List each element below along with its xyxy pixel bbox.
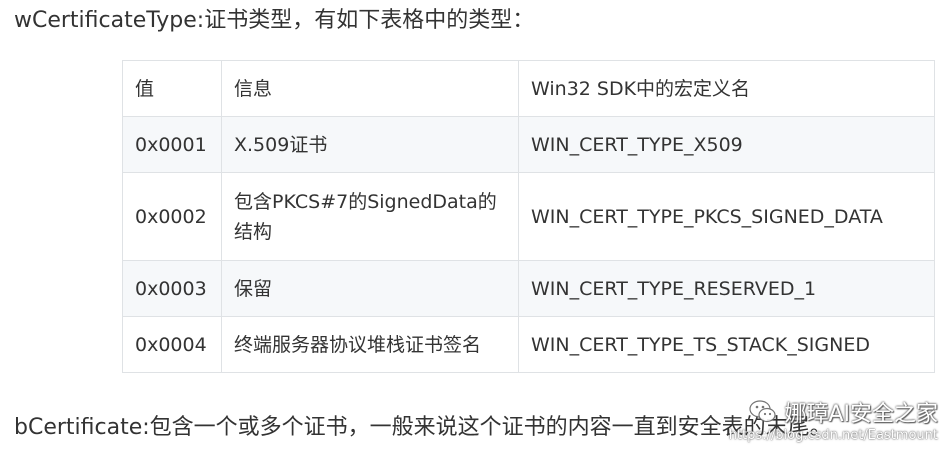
watermark-url: https://blog.csdn.net/Eastmount — [728, 428, 938, 443]
cell-macro: WIN_CERT_TYPE_PKCS_SIGNED_DATA — [518, 172, 935, 261]
cell-macro: WIN_CERT_TYPE_RESERVED_1 — [518, 260, 935, 317]
cell-macro: WIN_CERT_TYPE_X509 — [518, 116, 935, 173]
cell-info: 保留 — [221, 260, 519, 317]
table-row: 0x0002 包含PKCS#7的SignedData的结构 WIN_CERT_T… — [122, 172, 935, 261]
cell-value: 0x0003 — [122, 260, 222, 317]
table-row: 0x0003 保留 WIN_CERT_TYPE_RESERVED_1 — [122, 260, 935, 317]
table-row: 0x0004 终端服务器协议堆栈证书签名 WIN_CERT_TYPE_TS_ST… — [122, 316, 935, 373]
wechat-icon — [749, 400, 777, 423]
table-row: 0x0001 X.509证书 WIN_CERT_TYPE_X509 — [122, 116, 935, 173]
certificate-type-table: 值 信息 Win32 SDK中的宏定义名 0x0001 X.509证书 WIN_… — [122, 60, 935, 373]
cell-value: 0x0004 — [122, 316, 222, 373]
cell-info: 包含PKCS#7的SignedData的结构 — [221, 172, 519, 261]
body-paragraph: bCertificate:包含一个或多个证书，一般来说这个证书的内容一直到安全表… — [14, 415, 832, 440]
column-header-value: 值 — [122, 60, 222, 117]
watermark: 娜璋AI安全之家 — [748, 396, 938, 428]
cell-value: 0x0002 — [122, 172, 222, 261]
cell-info: 终端服务器协议堆栈证书签名 — [221, 316, 519, 373]
cell-macro: WIN_CERT_TYPE_TS_STACK_SIGNED — [518, 316, 935, 373]
column-header-macro: Win32 SDK中的宏定义名 — [518, 60, 935, 117]
section-heading: wCertificateType:证书类型，有如下表格中的类型： — [14, 8, 535, 33]
cell-value: 0x0001 — [122, 116, 222, 173]
table-header-row: 值 信息 Win32 SDK中的宏定义名 — [122, 60, 935, 117]
column-header-info: 信息 — [221, 60, 519, 117]
watermark-label: 娜璋AI安全之家 — [784, 402, 938, 427]
cell-info: X.509证书 — [221, 116, 519, 173]
